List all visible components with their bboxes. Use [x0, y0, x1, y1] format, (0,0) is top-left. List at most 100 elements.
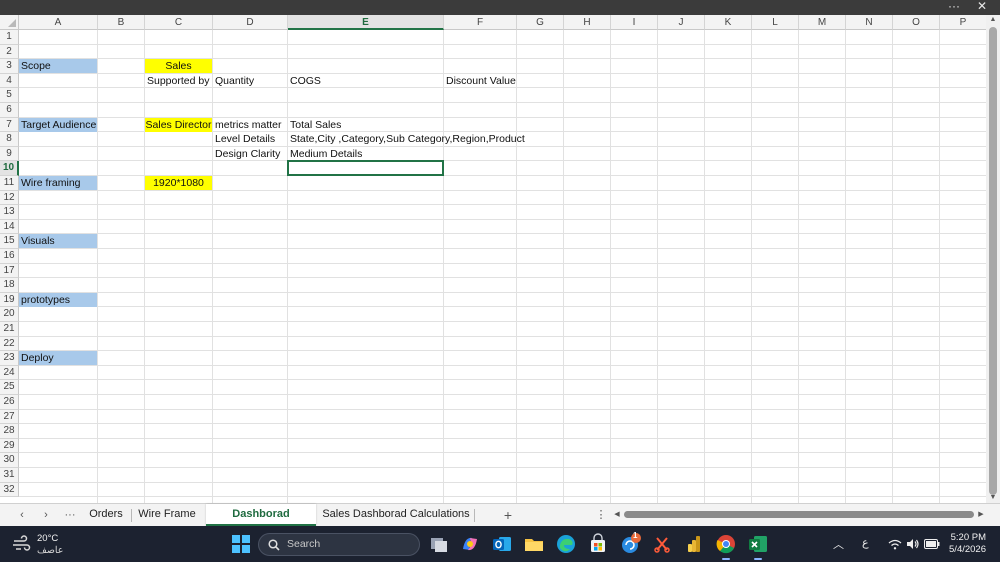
more-options-icon[interactable]: ···	[944, 0, 964, 15]
system-clock[interactable]: 5:20 PM 5/4/2026	[949, 532, 986, 556]
column-header-k[interactable]: K	[705, 15, 752, 30]
taskbar-search-box[interactable]: Search	[258, 533, 420, 556]
row-header-13[interactable]: 13	[0, 205, 19, 220]
column-header-m[interactable]: M	[799, 15, 846, 30]
scroll-left-icon[interactable]: ◀	[612, 509, 622, 521]
row-header-4[interactable]: 4	[0, 73, 19, 89]
column-header-o[interactable]: O	[893, 15, 940, 30]
row-header-1[interactable]: 1	[0, 30, 19, 45]
column-header-h[interactable]: H	[564, 15, 611, 30]
weather-temperature[interactable]: 20°C	[37, 533, 58, 544]
more-sheets-icon[interactable]: ···	[60, 507, 80, 523]
row-header-5[interactable]: 5	[0, 88, 19, 103]
cell-e7[interactable]: Total Sales	[288, 118, 341, 132]
battery-icon[interactable]	[924, 539, 940, 549]
column-header-a[interactable]: A	[19, 15, 98, 30]
scroll-down-icon[interactable]: ▼	[986, 493, 1000, 503]
outlook-icon[interactable]	[490, 532, 514, 556]
cell-d9[interactable]: Design Clarity	[213, 147, 280, 161]
horizontal-scroll-thumb[interactable]	[624, 511, 974, 518]
cell-f4[interactable]: Discount Value	[444, 74, 516, 88]
tab-options-icon[interactable]: ⋮	[591, 507, 611, 523]
row-header-27[interactable]: 27	[0, 409, 19, 425]
column-header-l[interactable]: L	[752, 15, 799, 30]
column-header-e[interactable]: E	[288, 15, 444, 30]
row-header-32[interactable]: 32	[0, 482, 19, 498]
cell-d7[interactable]: metrics matter	[213, 118, 282, 132]
column-header-b[interactable]: B	[98, 15, 145, 30]
cell-e4[interactable]: COGS	[288, 74, 321, 88]
microsoft-store-icon[interactable]	[586, 532, 610, 556]
row-header-10[interactable]: 10	[0, 161, 19, 176]
windows-start-icon[interactable]	[232, 535, 250, 553]
chrome-icon[interactable]	[714, 532, 738, 560]
row-header-11[interactable]: 11	[0, 176, 19, 191]
row-header-14[interactable]: 14	[0, 219, 19, 235]
row-header-24[interactable]: 24	[0, 365, 19, 381]
close-icon[interactable]: ✕	[972, 0, 992, 15]
tab-scroll-left-icon[interactable]: ‹	[12, 507, 32, 523]
input-language-indicator[interactable]: ع	[862, 536, 869, 549]
weather-wind-icon[interactable]	[12, 535, 32, 553]
row-header-31[interactable]: 31	[0, 468, 19, 483]
settings-update-icon[interactable]: 1	[618, 531, 642, 556]
row-header-18[interactable]: 18	[0, 278, 19, 293]
excel-icon[interactable]	[746, 532, 770, 560]
row-header-19[interactable]: 19	[0, 292, 19, 308]
select-all-corner[interactable]	[0, 15, 19, 30]
row-header-3[interactable]: 3	[0, 59, 19, 74]
row-header-8[interactable]: 8	[0, 132, 19, 147]
volume-icon[interactable]	[906, 538, 920, 550]
snipping-tool-icon[interactable]	[650, 532, 674, 556]
copilot-icon[interactable]	[458, 532, 482, 556]
tab-scroll-right-icon[interactable]: ›	[36, 507, 56, 523]
row-header-6[interactable]: 6	[0, 103, 19, 118]
file-explorer-icon[interactable]	[522, 532, 546, 556]
row-header-9[interactable]: 9	[0, 146, 19, 162]
row-header-2[interactable]: 2	[0, 44, 19, 60]
tab-dashborad-creation1[interactable]: Dashborad Creation1	[206, 504, 316, 541]
cell-d8[interactable]: Level Details	[213, 132, 275, 146]
row-header-12[interactable]: 12	[0, 190, 19, 206]
row-header-21[interactable]: 21	[0, 322, 19, 337]
column-header-p[interactable]: P	[940, 15, 986, 30]
tab-wire-frame[interactable]: Wire Frame	[134, 504, 200, 526]
row-header-7[interactable]: 7	[0, 117, 19, 133]
row-header-15[interactable]: 15	[0, 234, 19, 249]
row-header-23[interactable]: 23	[0, 351, 19, 366]
cell-fill-a19[interactable]: prototypes	[19, 292, 97, 307]
row-header-20[interactable]: 20	[0, 307, 19, 322]
tab-orders[interactable]: Orders	[84, 504, 128, 526]
cell-fill-c7[interactable]: Sales Director	[145, 117, 212, 132]
horizontal-scrollbar[interactable]: ◀ ▶	[612, 509, 986, 521]
column-header-d[interactable]: D	[213, 15, 288, 30]
cell-fill-a3[interactable]: Scope	[19, 59, 97, 74]
scroll-up-icon[interactable]: ▲	[986, 15, 1000, 25]
column-header-c[interactable]: C	[145, 15, 213, 30]
cell-d4[interactable]: Quantity	[213, 74, 254, 88]
row-header-29[interactable]: 29	[0, 438, 19, 454]
row-header-26[interactable]: 26	[0, 395, 19, 410]
show-hidden-icons-icon[interactable]: ︿	[833, 536, 844, 552]
cell-fill-a7[interactable]: Target Audience	[19, 117, 97, 132]
cell-fill-a11[interactable]: Wire framing	[19, 176, 97, 190]
column-header-g[interactable]: G	[517, 15, 564, 30]
edge-icon[interactable]	[554, 532, 578, 556]
tab-sales-dashborad-calculations[interactable]: Sales Dashborad Calculations	[322, 504, 470, 526]
vertical-scrollbar[interactable]: ▲ ▼	[986, 15, 1000, 503]
row-header-28[interactable]: 28	[0, 424, 19, 439]
column-header-i[interactable]: I	[611, 15, 658, 30]
cell-fill-c11[interactable]: 1920*1080	[145, 176, 212, 190]
cell-e8[interactable]: State,City ,Category,Sub Category,Region…	[288, 132, 525, 146]
column-header-n[interactable]: N	[846, 15, 893, 30]
active-cell-e10[interactable]	[287, 160, 444, 176]
wifi-icon[interactable]	[888, 539, 902, 550]
cell-fill-a15[interactable]: Visuals	[19, 234, 97, 249]
row-header-17[interactable]: 17	[0, 263, 19, 279]
spreadsheet-grid[interactable]: A B C D E F G H I J K L M N O P 1 2 3 4 5 6 7 8 9 10 11 12 13 14 15 16 1…	[0, 15, 986, 503]
scroll-right-icon[interactable]: ▶	[976, 509, 986, 521]
row-header-25[interactable]: 25	[0, 380, 19, 395]
row-header-22[interactable]: 22	[0, 336, 19, 352]
cell-c4[interactable]: Supported by	[145, 74, 209, 88]
cell-fill-a23[interactable]: Deploy	[19, 351, 97, 366]
